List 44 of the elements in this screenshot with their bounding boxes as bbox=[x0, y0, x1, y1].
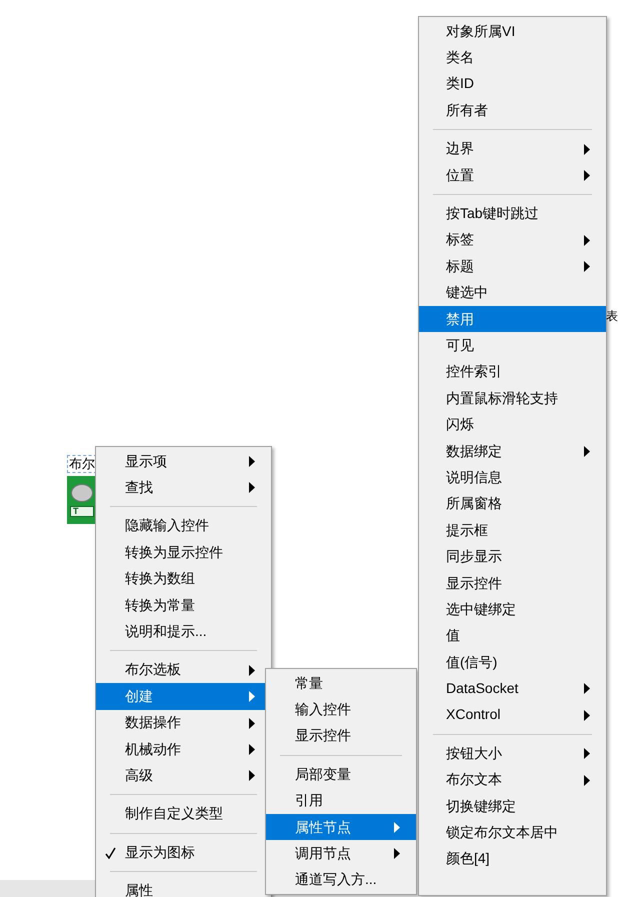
menu-item[interactable]: 通道写入方... bbox=[266, 866, 416, 894]
menu-item[interactable]: 值(信号) bbox=[419, 648, 606, 676]
menu-item[interactable]: 说明信息 bbox=[419, 464, 606, 491]
menu-item[interactable]: 转换为数组 bbox=[96, 566, 271, 592]
menu-item[interactable]: 锁定布尔文本居中 bbox=[419, 819, 606, 846]
menu-item[interactable]: 闪烁 bbox=[419, 411, 606, 438]
menu-item[interactable]: 禁用 bbox=[419, 306, 606, 332]
menu-item[interactable]: 切换键绑定 bbox=[419, 792, 606, 820]
menu-item[interactable]: 按钮大小 bbox=[419, 740, 606, 767]
menu-item[interactable]: 所属窗格 bbox=[419, 490, 606, 518]
menu-item[interactable]: 引用 bbox=[266, 788, 416, 814]
menu-item[interactable]: XControl bbox=[419, 702, 606, 728]
menu-item[interactable]: 颜色[4] bbox=[419, 846, 606, 872]
menu-item[interactable]: DataSocket bbox=[419, 675, 606, 702]
menu-item[interactable]: 所有者 bbox=[419, 97, 606, 124]
menu-item[interactable]: 提示框 bbox=[419, 517, 606, 544]
menu-item[interactable]: 选中键绑定 bbox=[419, 596, 606, 623]
boolean-button[interactable]: T bbox=[67, 476, 97, 524]
menu-item[interactable]: 类ID bbox=[419, 70, 606, 98]
button-text: T bbox=[70, 506, 94, 517]
menu-item[interactable]: 显示控件 bbox=[419, 570, 606, 596]
menu-item[interactable]: 布尔文本 bbox=[419, 766, 606, 793]
hidden-text: 表 bbox=[606, 308, 618, 324]
menu-item[interactable]: 标题 bbox=[419, 253, 606, 280]
menu-item[interactable]: 说明和提示... bbox=[96, 618, 271, 645]
menu-item[interactable]: 隐藏输入控件 bbox=[96, 512, 271, 540]
menu-item[interactable]: 边界 bbox=[419, 136, 606, 162]
menu-item[interactable]: 键选中 bbox=[419, 280, 606, 306]
menu-item[interactable]: 转换为常量 bbox=[96, 592, 271, 618]
menu-item[interactable]: 数据绑定 bbox=[419, 438, 606, 464]
menu-item[interactable]: 值 bbox=[419, 622, 606, 649]
menu-item[interactable]: 内置鼠标滑轮支持 bbox=[419, 385, 606, 412]
menu-item[interactable]: 按Tab键时跳过 bbox=[419, 200, 606, 227]
menu-item[interactable]: 对象所属VI bbox=[419, 18, 606, 44]
menu-item[interactable]: 标签 bbox=[419, 226, 606, 254]
menu-item[interactable]: 属性节点 bbox=[266, 814, 416, 840]
menu-item[interactable]: 同步显示 bbox=[419, 543, 606, 570]
menu-item[interactable]: 查找 bbox=[96, 474, 271, 501]
menu-item[interactable]: 类名 bbox=[419, 44, 606, 71]
menu-item[interactable]: 可见 bbox=[419, 332, 606, 359]
menu-item[interactable]: 转换为显示控件 bbox=[96, 539, 271, 566]
menu-item[interactable]: 位置 bbox=[419, 162, 606, 188]
menu-item[interactable]: 显示项 bbox=[96, 448, 271, 474]
menu-item[interactable]: 控件索引 bbox=[419, 358, 606, 386]
